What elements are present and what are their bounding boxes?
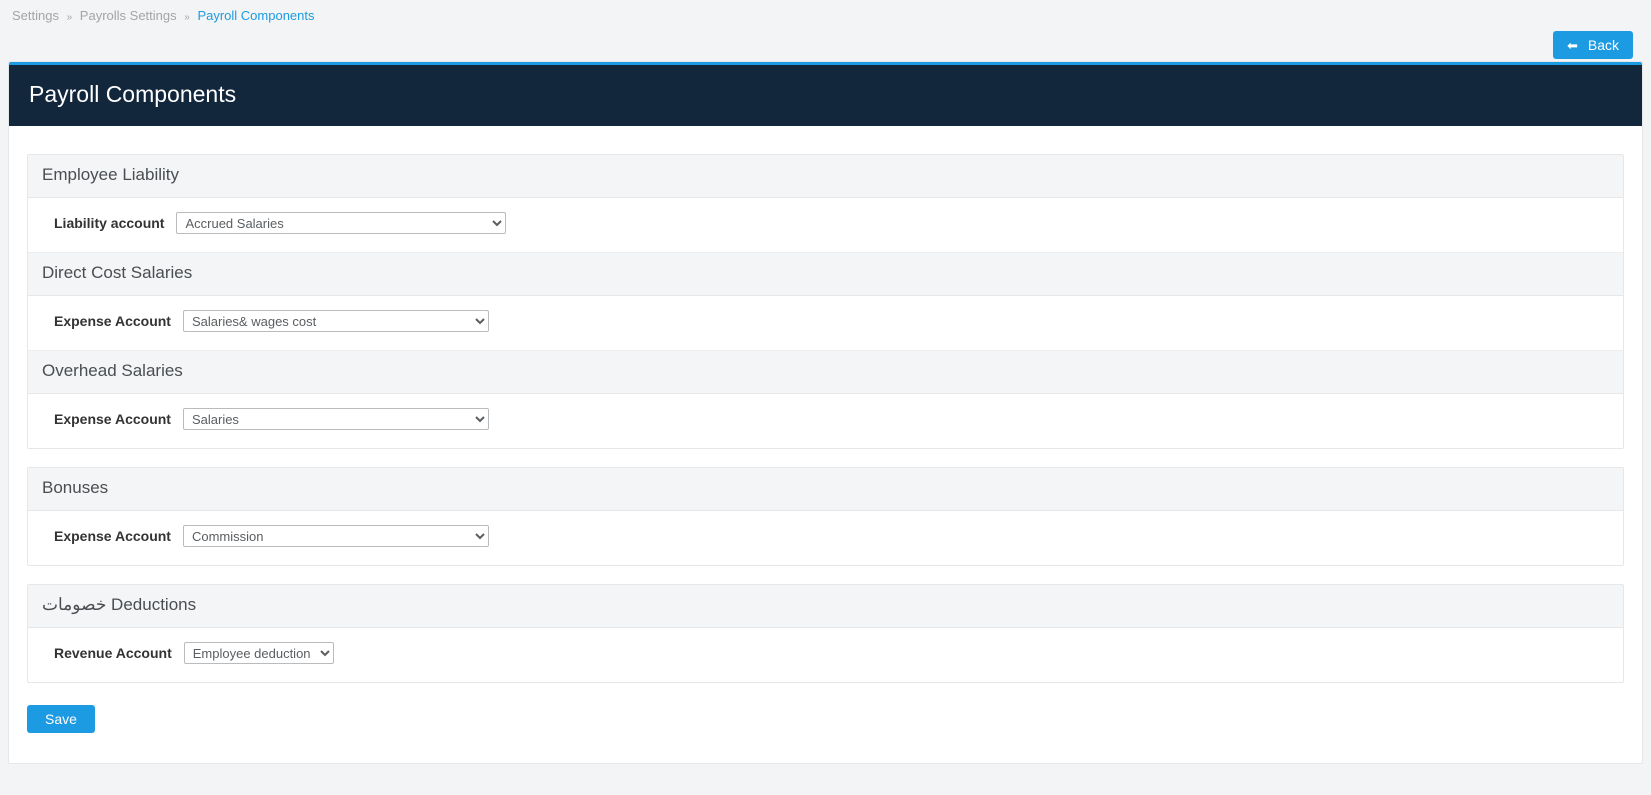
section-bonuses-header: Bonuses [28, 468, 1623, 511]
deductions-revenue-select[interactable]: Employee deduction [184, 642, 334, 664]
section-employee-liability-header: Employee Liability [28, 155, 1623, 198]
liability-account-label: Liability account [54, 215, 164, 231]
overhead-expense-select[interactable]: Salaries [183, 408, 489, 430]
back-button[interactable]: ⬅ Back [1553, 31, 1633, 59]
direct-cost-expense-select[interactable]: Salaries& wages cost [183, 310, 489, 332]
section-deductions-header: خصومات Deductions [28, 585, 1623, 628]
section-overhead-header: Overhead Salaries [28, 350, 1623, 394]
direct-cost-expense-label: Expense Account [54, 313, 171, 329]
card-deductions: خصومات Deductions Revenue Account Employ… [27, 584, 1624, 683]
breadcrumb: Settings » Payrolls Settings » Payroll C… [8, 6, 1643, 31]
arrow-left-icon: ⬅ [1567, 39, 1578, 52]
bonuses-expense-select[interactable]: Commission [183, 525, 489, 547]
overhead-expense-label: Expense Account [54, 411, 171, 427]
save-button-label: Save [45, 711, 77, 727]
breadcrumb-payroll-components[interactable]: Payroll Components [197, 8, 314, 23]
save-button[interactable]: Save [27, 705, 95, 733]
liability-account-select[interactable]: Accrued Salaries [176, 212, 506, 234]
bonuses-expense-label: Expense Account [54, 528, 171, 544]
breadcrumb-settings[interactable]: Settings [12, 8, 59, 23]
card-bonuses: Bonuses Expense Account Commission [27, 467, 1624, 566]
main-panel: Payroll Components Employee Liability Li… [8, 61, 1643, 764]
section-direct-cost-header: Direct Cost Salaries [28, 252, 1623, 296]
chevron-right-icon: » [63, 12, 77, 23]
breadcrumb-payrolls-settings[interactable]: Payrolls Settings [80, 8, 177, 23]
page-title: Payroll Components [9, 65, 1642, 126]
chevron-right-icon: » [180, 12, 194, 23]
card-salaries-group: Employee Liability Liability account Acc… [27, 154, 1624, 449]
deductions-revenue-label: Revenue Account [54, 645, 172, 661]
back-button-label: Back [1588, 37, 1619, 53]
